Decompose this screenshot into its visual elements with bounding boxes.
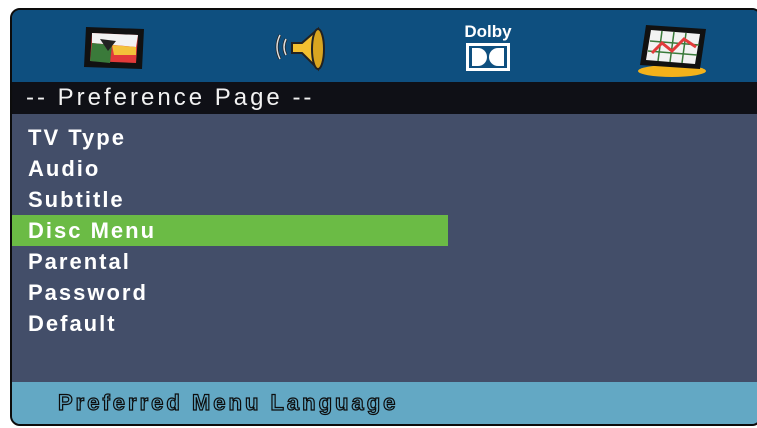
status-bar: Preferred Menu Language (12, 382, 757, 424)
icon-tab-bar: Dolby (12, 10, 757, 82)
preference-chart-icon[interactable] (632, 17, 712, 77)
status-text: Preferred Menu Language (57, 389, 399, 415)
page-header: -- Preference Page -- (12, 82, 757, 114)
speaker-icon[interactable] (260, 17, 340, 77)
dolby-label: Dolby (464, 22, 512, 41)
menu-item-parental[interactable]: Parental (12, 246, 448, 277)
tv-screen-icon[interactable] (72, 17, 152, 77)
menu-item-default[interactable]: Default (12, 308, 448, 339)
dolby-icon[interactable]: Dolby (448, 17, 528, 77)
menu-item-password[interactable]: Password (12, 277, 448, 308)
osd-menu-window: Dolby -- Preference Page -- TV Type Audi… (10, 8, 757, 426)
menu-item-disc-menu[interactable]: Disc Menu (12, 215, 448, 246)
menu-item-tv-type[interactable]: TV Type (12, 122, 448, 153)
menu-item-subtitle[interactable]: Subtitle (12, 184, 448, 215)
preference-menu: TV Type Audio Subtitle Disc Menu Parenta… (12, 122, 757, 339)
page-title: -- Preference Page -- (26, 84, 315, 111)
menu-item-audio[interactable]: Audio (12, 153, 448, 184)
